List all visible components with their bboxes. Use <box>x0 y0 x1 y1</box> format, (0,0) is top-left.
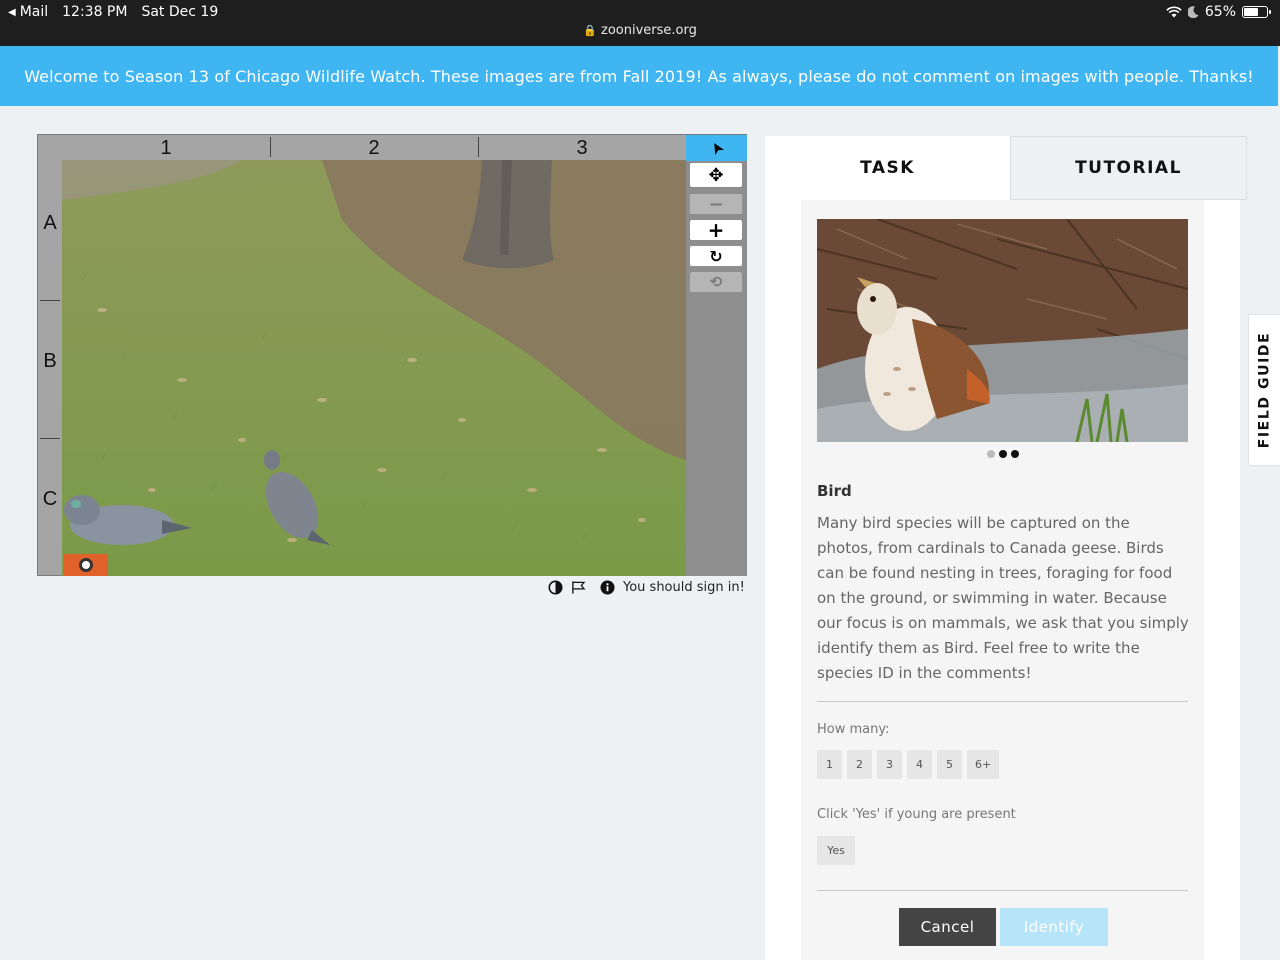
task-panel: TASK TUTORIAL Bird Many bird species wil… <box>765 136 1247 960</box>
wifi-icon <box>1166 6 1182 18</box>
camera-trap-image[interactable] <box>62 160 686 576</box>
pointer-tool-button[interactable]: ➤ <box>686 135 747 161</box>
species-description: Many bird species will be captured on th… <box>817 514 1189 682</box>
row-label: B <box>43 350 57 372</box>
count-option[interactable]: 3 <box>877 750 902 779</box>
rotate-icon: ↻ <box>709 246 723 266</box>
lock-icon: 🔒 <box>583 24 597 37</box>
species-detail: Bird Many bird species will be captured … <box>801 200 1204 960</box>
back-to-app[interactable]: ◀ Mail <box>8 4 48 20</box>
contrast-icon <box>548 580 563 595</box>
field-guide-label: FIELD GUIDE <box>1256 331 1273 449</box>
row-label: C <box>42 488 58 510</box>
row-label: A <box>43 212 57 234</box>
column-label: 2 <box>368 137 380 159</box>
species-name: Bird <box>817 482 852 500</box>
announcement-text: Welcome to Season 13 of Chicago Wildlife… <box>24 66 1254 86</box>
how-many-options: 1 2 3 4 5 6+ <box>817 750 1000 779</box>
tab-tutorial[interactable]: TUTORIAL <box>1010 136 1247 200</box>
camera-badge <box>64 554 108 576</box>
clock: 12:38 PM <box>62 4 128 20</box>
count-option[interactable]: 4 <box>907 750 932 779</box>
move-icon: ✥ <box>708 164 724 186</box>
divider <box>817 701 1188 702</box>
carousel-dots <box>801 450 1204 458</box>
pointer-icon: ➤ <box>704 137 729 159</box>
zoom-out-button[interactable]: − <box>690 193 742 215</box>
carousel-dot[interactable] <box>1010 450 1019 458</box>
url-text: zooniverse.org <box>601 23 697 38</box>
young-present-label: Click 'Yes' if young are present <box>817 807 1016 822</box>
rotate-button[interactable]: ↻ <box>690 246 742 266</box>
viewer-toolbar: ➤ ✥ − + ↻ ⟲ <box>686 135 747 576</box>
species-example-image[interactable] <box>817 219 1188 442</box>
camera-lens-icon <box>79 558 93 572</box>
info-icon <box>600 580 615 595</box>
how-many-label: How many: <box>817 722 890 737</box>
battery-percent: 65% <box>1204 4 1236 20</box>
count-option[interactable]: 6+ <box>967 750 1000 779</box>
panel-tabs: TASK TUTORIAL <box>765 136 1247 200</box>
column-ruler: 1 2 3 <box>62 135 686 160</box>
invert-contrast-button[interactable] <box>548 580 563 595</box>
flag-button[interactable] <box>571 580 586 595</box>
cancel-button[interactable]: Cancel <box>899 908 996 946</box>
reset-button[interactable]: ⟲ <box>690 272 742 292</box>
info-button[interactable] <box>600 580 615 595</box>
announcement-banner: Welcome to Season 13 of Chicago Wildlife… <box>0 46 1278 106</box>
zoom-out-icon: − <box>708 193 724 215</box>
move-tool-button[interactable]: ✥ <box>690 163 742 187</box>
flag-icon <box>572 581 586 594</box>
column-label: 3 <box>576 137 588 159</box>
sign-in-notice[interactable]: You should sign in! <box>623 580 745 595</box>
carousel-dot[interactable] <box>998 450 1007 458</box>
count-option[interactable]: 5 <box>937 750 962 779</box>
subject-viewer: 1 2 3 A B C ➤ ✥ − + ↻ ⟲ <box>37 134 747 576</box>
back-triangle-icon: ◀ <box>8 6 16 18</box>
count-option[interactable]: 2 <box>847 750 872 779</box>
moon-icon <box>1187 6 1199 18</box>
viewer-meta-bar: You should sign in! <box>548 580 745 595</box>
divider <box>817 890 1188 891</box>
zoom-in-icon: + <box>707 218 725 242</box>
zoom-in-button[interactable]: + <box>690 218 742 242</box>
reset-icon: ⟲ <box>709 273 723 291</box>
column-label: 1 <box>160 137 172 159</box>
young-yes-button[interactable]: Yes <box>817 836 855 865</box>
address-bar[interactable]: 🔒 zooniverse.org <box>0 23 1280 38</box>
status-bar: ◀ Mail 12:38 PM Sat Dec 19 65% 🔒 zoonive… <box>0 0 1280 46</box>
battery-icon <box>1242 6 1271 18</box>
date: Sat Dec 19 <box>141 4 219 20</box>
tab-task[interactable]: TASK <box>765 136 1010 200</box>
identify-button[interactable]: Identify <box>1000 908 1108 946</box>
count-option[interactable]: 1 <box>817 750 842 779</box>
field-guide-tab[interactable]: FIELD GUIDE <box>1248 314 1280 466</box>
row-ruler: A B C <box>38 160 62 576</box>
carousel-dot[interactable] <box>986 450 995 458</box>
